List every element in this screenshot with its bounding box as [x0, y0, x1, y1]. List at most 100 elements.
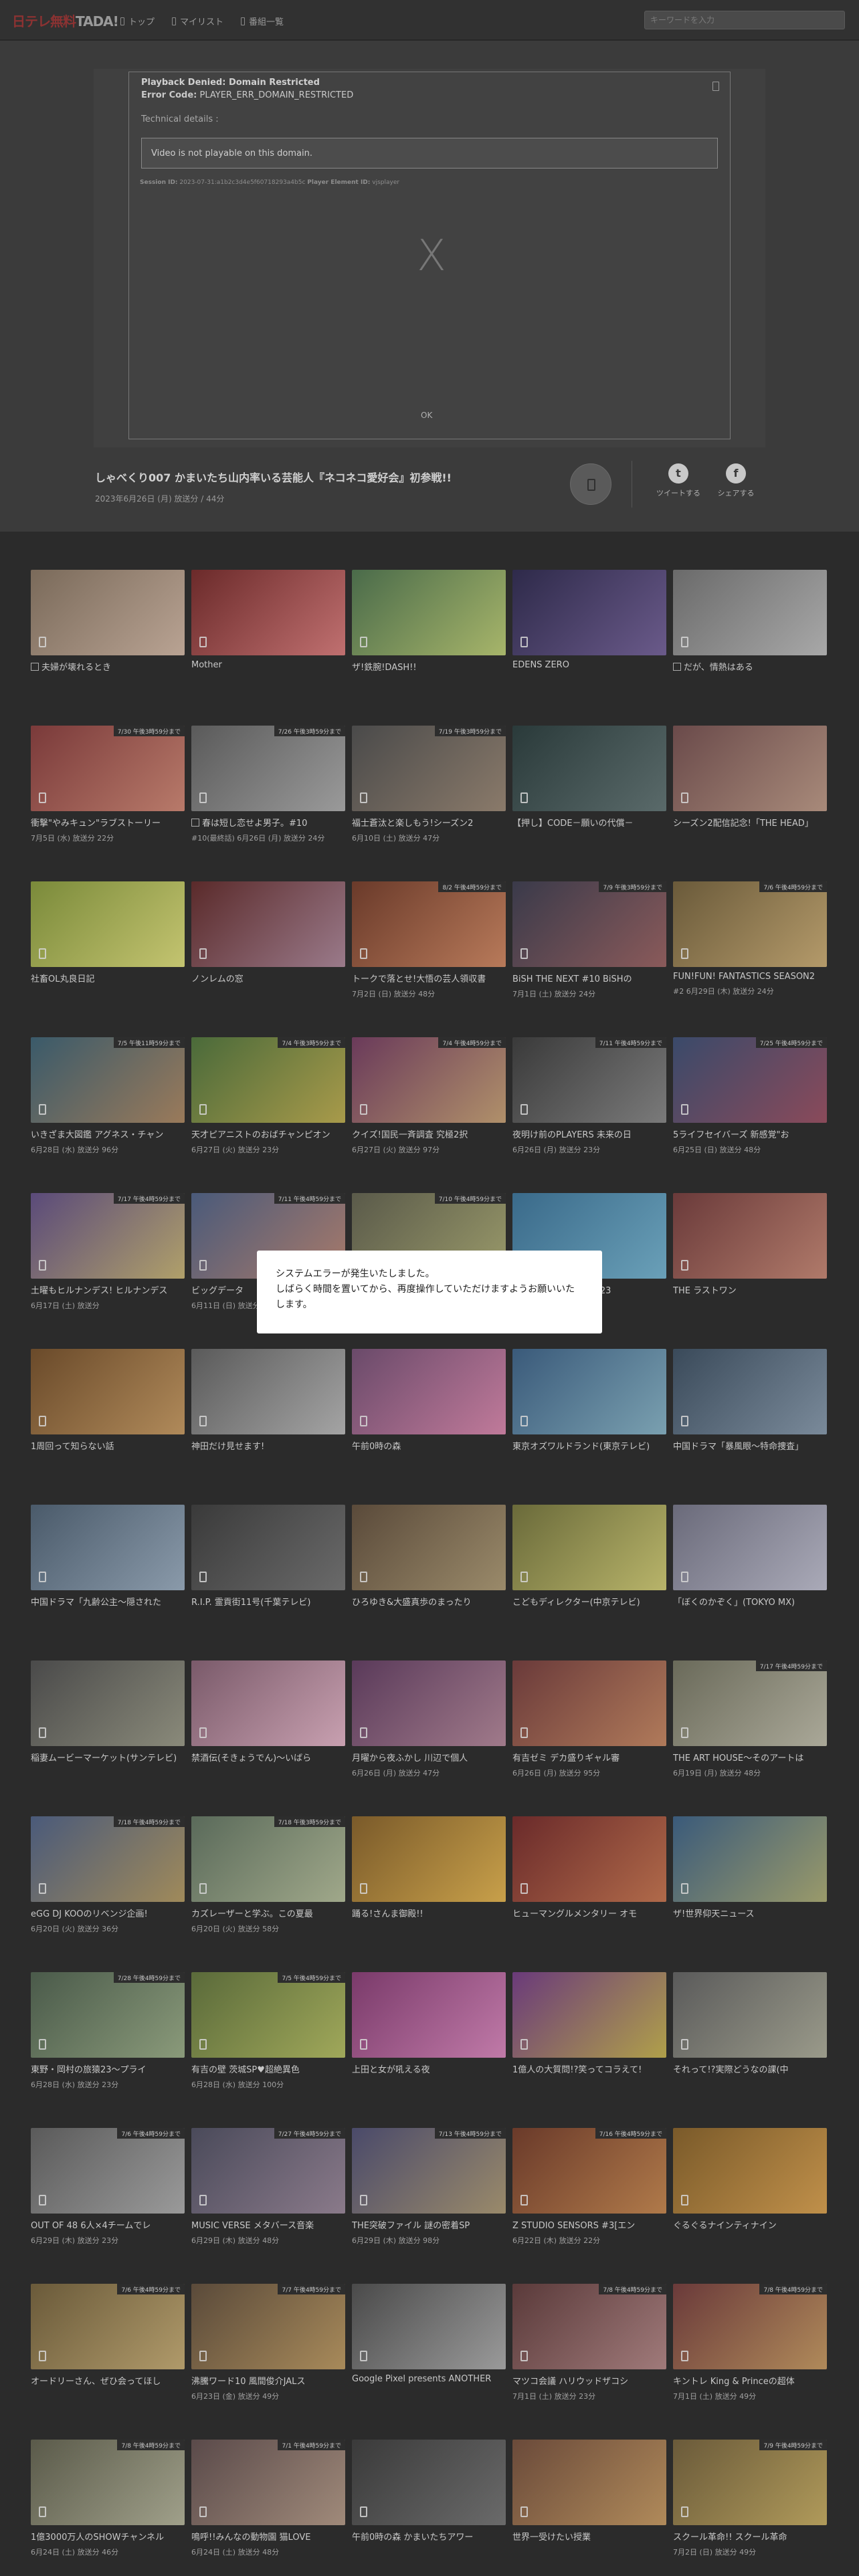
program-thumbnail[interactable]: 7/8 午後4時59分まで	[31, 2440, 185, 2525]
program-card[interactable]: 社畜OL丸良日記	[31, 881, 185, 984]
program-card[interactable]: 7/9 午後3時59分まで BiSH THE NEXT #10 BiSHの 7月1日…	[512, 881, 666, 999]
program-card[interactable]: ぐるぐるナインティナイン	[673, 2128, 827, 2231]
close-icon[interactable]	[712, 82, 719, 91]
program-card[interactable]: 7/8 午後4時59分まで 1億3000万人のSHOWチャンネル 6月24日 (土)…	[31, 2440, 185, 2557]
program-card[interactable]: 午前0時の森	[352, 1349, 506, 1452]
program-card[interactable]: 1億人の大質問!?笑ってコラえて!	[512, 1972, 666, 2075]
program-card[interactable]: ザ!世界仰天ニュース	[673, 1816, 827, 1919]
program-thumbnail[interactable]: 8/2 午後4時59分まで	[352, 881, 506, 967]
program-thumbnail[interactable]	[673, 1193, 827, 1279]
nav-programs[interactable]: 番組一覧	[241, 15, 284, 27]
program-card[interactable]: 7/28 午後4時59分まで 東野・岡村の旅猿23～プライ 6月28日 (水) 放送…	[31, 1972, 185, 2090]
program-thumbnail[interactable]: 7/18 午後4時59分まで	[31, 1816, 185, 1902]
program-thumbnail[interactable]: 7/11 午後4時59分まで	[512, 1037, 666, 1123]
program-card[interactable]: 7/6 午後4時59分まで FUN!FUN! FANTASTICS SEASON2…	[673, 881, 827, 996]
program-thumbnail[interactable]	[673, 2128, 827, 2214]
program-thumbnail[interactable]	[673, 1972, 827, 2058]
program-card[interactable]: 7/26 午後3時59分まで 春は短し恋せよ男子。#10 #10(最終話) 6月26…	[191, 726, 345, 843]
program-card[interactable]: 7/4 午後4時59分まで クイズ!国民一斉調査 究極2択 6月27日 (火) 放送…	[352, 1037, 506, 1155]
search-input[interactable]	[644, 11, 845, 29]
program-card[interactable]: Mother	[191, 570, 345, 670]
program-card[interactable]: 7/11 午後4時59分まで 夜明け前のPLAYERS 未来の日 6月26日 (月)…	[512, 1037, 666, 1155]
program-thumbnail[interactable]	[31, 881, 185, 967]
program-card[interactable]: R.I.P. 霊貢街11号(千葉テレビ)	[191, 1505, 345, 1608]
program-thumbnail[interactable]	[352, 2440, 506, 2525]
nav-top[interactable]: トップ	[120, 15, 155, 27]
program-card[interactable]: 上田と女が吼える夜	[352, 1972, 506, 2075]
program-card[interactable]: 7/16 午後4時59分まで Z STUDIO SENSORS #3[エン 6月22…	[512, 2128, 666, 2246]
program-thumbnail[interactable]	[512, 1505, 666, 1590]
program-card[interactable]: 夫婦が壊れるとき	[31, 570, 185, 673]
program-card[interactable]: 7/25 午後4時59分まで 5ライフセイバーズ 新感覚"お 6月25日 (日) 放…	[673, 1037, 827, 1155]
program-thumbnail[interactable]: 7/16 午後4時59分まで	[512, 2128, 666, 2214]
program-thumbnail[interactable]: 7/6 午後4時59分まで	[31, 2284, 185, 2369]
program-card[interactable]: 7/5 午後4時59分まで 有吉の壁 茨城SP♥超絶異色 6月28日 (水) 放送分…	[191, 1972, 345, 2090]
program-card[interactable]: シーズン2配信記念!「THE HEAD」	[673, 726, 827, 829]
program-card[interactable]: 7/30 午後3時59分まで 衝撃"やみキュン"ラブストーリー 7月5日 (水) 放…	[31, 726, 185, 843]
program-thumbnail[interactable]	[191, 1660, 345, 1746]
program-thumbnail[interactable]	[31, 1660, 185, 1746]
program-card[interactable]: 稲妻ムービーマーケット(サンテレビ)	[31, 1660, 185, 1763]
program-card[interactable]: ひろゆき&大盛真歩のまったり	[352, 1505, 506, 1608]
program-thumbnail[interactable]	[512, 1816, 666, 1902]
program-thumbnail[interactable]: 7/5 午後11時59分まで	[31, 1037, 185, 1123]
program-card[interactable]: ザ!鉄腕!DASH!!	[352, 570, 506, 673]
program-thumbnail[interactable]: 7/28 午後4時59分まで	[31, 1972, 185, 2058]
program-thumbnail[interactable]: 7/5 午後4時59分まで	[191, 1972, 345, 2058]
program-thumbnail[interactable]: 7/8 午後4時59分まで	[673, 2284, 827, 2369]
program-card[interactable]: 「ぼくのかぞく」(TOKYO MX)	[673, 1505, 827, 1608]
program-card[interactable]: 禁酒伝(そきょうでん)～いばら	[191, 1660, 345, 1763]
program-thumbnail[interactable]	[191, 1349, 345, 1434]
program-thumbnail[interactable]: 7/4 午後3時59分まで	[191, 1037, 345, 1123]
program-thumbnail[interactable]	[191, 570, 345, 655]
ok-button[interactable]: OK	[421, 411, 432, 420]
program-card[interactable]: 7/18 午後3時59分まで カズレーザーと学ぶ。この夏最 6月20日 (火) 放送…	[191, 1816, 345, 1934]
program-thumbnail[interactable]: 7/1 午後4時59分まで	[191, 2440, 345, 2525]
program-card[interactable]: 7/17 午後4時59分まで THE ART HOUSE～そのアートは 6月19日 …	[673, 1660, 827, 1778]
video-player[interactable]: Playback Denied: Domain Restricted Error…	[94, 69, 765, 447]
program-thumbnail[interactable]: 7/6 午後4時59分まで	[673, 881, 827, 967]
program-card[interactable]: 7/13 午後4時59分まで THE突破ファイル 謎の密着SP 6月29日 (木) …	[352, 2128, 506, 2246]
facebook-share-button[interactable]: f シェアする	[709, 463, 763, 498]
program-thumbnail[interactable]	[352, 1505, 506, 1590]
program-card[interactable]: 8/2 午後4時59分まで トークで落とせ!大悟の芸人領収書 7月2日 (日) 放送…	[352, 881, 506, 999]
program-thumbnail[interactable]	[352, 1349, 506, 1434]
program-thumbnail[interactable]: 7/18 午後3時59分まで	[191, 1816, 345, 1902]
program-card[interactable]: ヒューマングルメンタリー オモ	[512, 1816, 666, 1919]
program-card[interactable]: 7/4 午後3時59分まで 天才ピアニストのおばチャンピオン 6月27日 (火) 放…	[191, 1037, 345, 1155]
program-card[interactable]: 7/9 午後4時59分まで スクール革命!! スクール革命 7月2日 (日) 放送分…	[673, 2440, 827, 2557]
program-card[interactable]: こどもディレクター(中京テレビ)	[512, 1505, 666, 1608]
program-thumbnail[interactable]: 7/30 午後3時59分まで	[31, 726, 185, 811]
program-thumbnail[interactable]	[512, 1972, 666, 2058]
program-card[interactable]: 7/27 午後4時59分まで MUSIC VERSE メタバース音楽 6月29日 (…	[191, 2128, 345, 2246]
program-card[interactable]: 7/17 午後4時59分まで 土曜もヒルナンデス! ヒルナンデス 6月17日 (土)…	[31, 1193, 185, 1311]
program-card[interactable]: 中国ドラマ「九齢公主～隠された	[31, 1505, 185, 1608]
program-thumbnail[interactable]	[673, 570, 827, 655]
program-card[interactable]: だが、情熱はある	[673, 570, 827, 673]
program-card[interactable]: 踊る!さんま御殿!!	[352, 1816, 506, 1919]
program-card[interactable]: Google Pixel presents ANOTHER	[352, 2284, 506, 2384]
program-thumbnail[interactable]	[512, 570, 666, 655]
program-thumbnail[interactable]	[512, 1660, 666, 1746]
program-thumbnail[interactable]	[352, 1972, 506, 2058]
program-thumbnail[interactable]	[673, 1816, 827, 1902]
program-thumbnail[interactable]	[512, 1349, 666, 1434]
program-thumbnail[interactable]: 7/27 午後4時59分まで	[191, 2128, 345, 2214]
program-thumbnail[interactable]: 7/17 午後4時59分まで	[673, 1660, 827, 1746]
program-thumbnail[interactable]: 7/13 午後4時59分まで	[352, 2128, 506, 2214]
program-card[interactable]: 7/8 午後4時59分まで キントレ King & Princeの超体 7月1日 (…	[673, 2284, 827, 2401]
program-card[interactable]: 7/19 午後3時59分まで 福士蒼汰と楽しもう!シーズン2 6月10日 (土) 放…	[352, 726, 506, 843]
program-thumbnail[interactable]: 7/19 午後3時59分まで	[352, 726, 506, 811]
program-thumbnail[interactable]	[191, 881, 345, 967]
program-thumbnail[interactable]	[31, 1349, 185, 1434]
program-thumbnail[interactable]	[512, 726, 666, 811]
program-thumbnail[interactable]: 7/7 午後4時59分まで	[191, 2284, 345, 2369]
favorite-button[interactable]	[570, 463, 611, 505]
program-thumbnail[interactable]	[673, 726, 827, 811]
program-card[interactable]: ノンレムの窓	[191, 881, 345, 984]
program-thumbnail[interactable]: 7/4 午後4時59分まで	[352, 1037, 506, 1123]
program-card[interactable]: 東京オズワルドランド(東京テレビ)	[512, 1349, 666, 1452]
program-thumbnail[interactable]	[352, 2284, 506, 2369]
program-card[interactable]: 7/6 午後4時59分まで OUT OF 48 6人×4チームでレ 6月29日 (木…	[31, 2128, 185, 2246]
program-card[interactable]: 【押し】CODE－願いの代償－	[512, 726, 666, 829]
